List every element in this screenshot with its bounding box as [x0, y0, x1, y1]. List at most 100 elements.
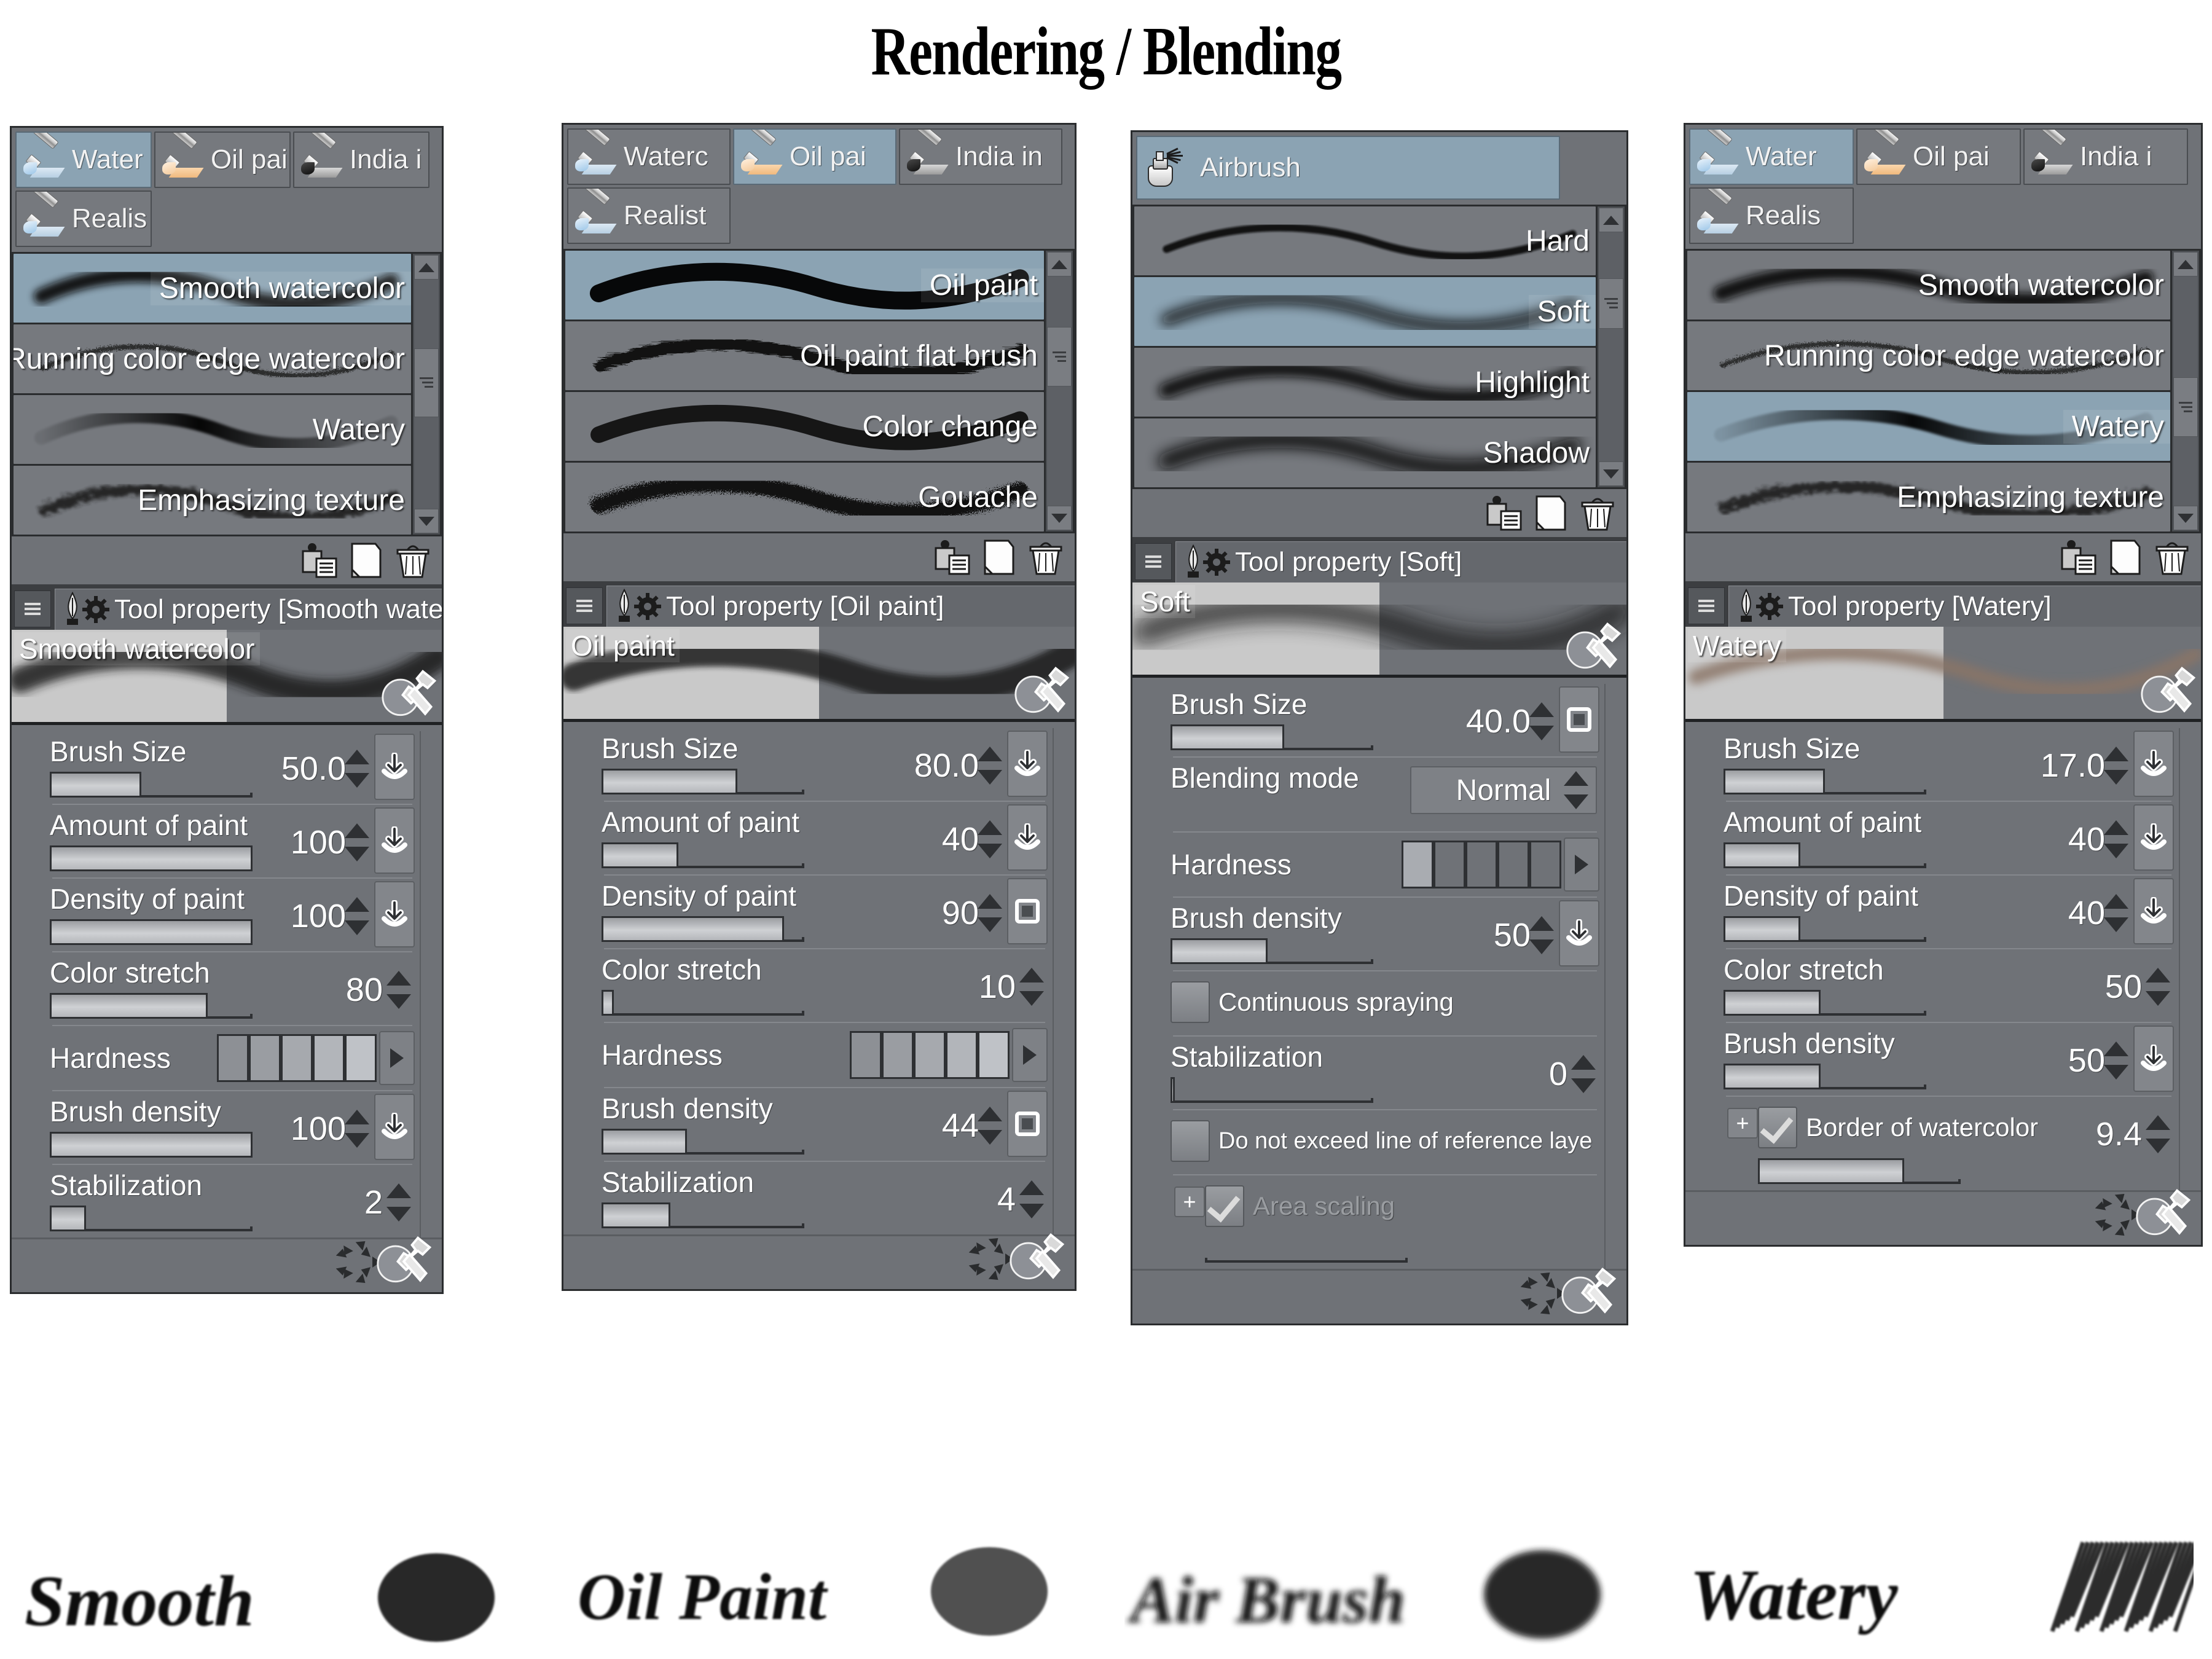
- hardness-swatch[interactable]: [281, 1034, 313, 1082]
- wrench-icon[interactable]: [1008, 1230, 1067, 1289]
- panel-menu-icon[interactable]: [566, 587, 603, 624]
- scroll-thumb[interactable]: [414, 348, 439, 417]
- panel-menu-icon[interactable]: [1688, 587, 1725, 624]
- scroll-track[interactable]: [1047, 276, 1072, 506]
- delete-brush-icon[interactable]: [394, 541, 432, 579]
- brush-list-item[interactable]: Running color edge watercolor: [14, 324, 411, 393]
- property-stepper[interactable]: [345, 897, 369, 935]
- property-stepper[interactable]: [2104, 747, 2128, 785]
- duplicate-brush-icon[interactable]: [1485, 494, 1523, 532]
- fixed-value-button[interactable]: [1559, 686, 1599, 753]
- property-slider[interactable]: [1171, 724, 1373, 750]
- scroll-down-button[interactable]: [1599, 461, 1623, 486]
- property-brush-size[interactable]: Brush Size 17.0: [1724, 728, 2174, 801]
- property-stepper[interactable]: [386, 971, 411, 1009]
- property-slider[interactable]: [1205, 1237, 1408, 1263]
- brush-list-item[interactable]: Emphasizing texture: [1687, 463, 2170, 531]
- property-slider[interactable]: [50, 1132, 253, 1158]
- checkbox[interactable]: [1205, 1185, 1244, 1227]
- expand-plus-button[interactable]: +: [1727, 1108, 1758, 1139]
- hardness-swatch[interactable]: [1465, 841, 1497, 888]
- property-color-stretch[interactable]: Color stretch 80: [50, 952, 415, 1025]
- hardness-swatch[interactable]: [1433, 841, 1465, 888]
- property-stepper[interactable]: [2146, 968, 2170, 1006]
- hardness-swatch[interactable]: [946, 1031, 978, 1079]
- property-scrollbar[interactable]: [2179, 728, 2201, 1190]
- panel-menu-icon[interactable]: [14, 590, 51, 627]
- tool-property-tab[interactable]: Tool property [Smooth water: [55, 589, 442, 630]
- new-brush-icon[interactable]: [1532, 494, 1570, 532]
- new-brush-icon[interactable]: [980, 538, 1018, 576]
- pen-pressure-button[interactable]: [374, 881, 415, 947]
- property-stabilization[interactable]: Stabilization 4: [602, 1162, 1048, 1234]
- pen-pressure-button[interactable]: [2133, 731, 2174, 797]
- property-stepper[interactable]: [978, 747, 1002, 785]
- property-stepper[interactable]: [1571, 1055, 1596, 1093]
- fixed-value-button[interactable]: [1007, 878, 1048, 944]
- property-slider[interactable]: [602, 916, 804, 942]
- tab-oil-pai[interactable]: Oil pai: [154, 131, 291, 188]
- property-color-stretch[interactable]: Color stretch 10: [602, 949, 1048, 1022]
- scroll-up-button[interactable]: [1047, 252, 1072, 276]
- brush-list-scrollbar[interactable]: [2172, 251, 2199, 531]
- hardness-swatch[interactable]: [249, 1034, 281, 1082]
- tab-realis[interactable]: Realis: [1689, 187, 1854, 244]
- property-amount-of-paint[interactable]: Amount of paint 40: [602, 802, 1048, 874]
- property-slider[interactable]: [602, 990, 804, 1016]
- hardness-swatch[interactable]: [1529, 841, 1561, 888]
- scroll-track[interactable]: [2173, 276, 2198, 506]
- tool-property-tab[interactable]: Tool property [Watery]: [1728, 586, 2201, 627]
- checkbox[interactable]: [1171, 1120, 1210, 1162]
- scroll-down-button[interactable]: [1047, 506, 1072, 530]
- panel-menu-icon[interactable]: [1135, 543, 1172, 580]
- scroll-thumb[interactable]: [1047, 327, 1072, 387]
- brush-list-item[interactable]: Running color edge watercolor: [1687, 321, 2170, 390]
- wrench-icon[interactable]: [1565, 619, 1624, 675]
- hardness-swatch[interactable]: [345, 1034, 377, 1082]
- hardness-swatch[interactable]: [313, 1034, 345, 1082]
- property-slider[interactable]: [50, 772, 253, 798]
- duplicate-brush-icon[interactable]: [2060, 538, 2098, 576]
- property-color-stretch[interactable]: Color stretch 50: [1724, 949, 2174, 1022]
- property-brush-size[interactable]: Brush Size 50.0: [50, 731, 415, 804]
- hardness-swatch[interactable]: [1497, 841, 1529, 888]
- checkbox[interactable]: [1171, 981, 1210, 1023]
- property-border-of-watercolor[interactable]: + Border of watercolor 9.4: [1724, 1097, 2174, 1190]
- tab-realist[interactable]: Realist: [567, 187, 731, 244]
- scroll-up-button[interactable]: [1599, 208, 1623, 232]
- pen-pressure-button[interactable]: [2133, 804, 2174, 871]
- new-brush-icon[interactable]: [2106, 538, 2144, 576]
- brush-list-item[interactable]: Color change: [565, 392, 1044, 461]
- pen-pressure-button[interactable]: [1007, 804, 1048, 871]
- property-slider[interactable]: [1724, 842, 1926, 868]
- tool-property-tab[interactable]: Tool property [Soft]: [1175, 541, 1626, 582]
- property-slider[interactable]: [602, 842, 804, 868]
- property-stepper[interactable]: [2104, 894, 2128, 932]
- property-brush-density[interactable]: Brush density 50: [1724, 1023, 2174, 1096]
- tab-airbrush[interactable]: Airbrush: [1136, 136, 1560, 200]
- property-stabilization[interactable]: Stabilization 0: [1171, 1037, 1599, 1109]
- brush-list-item[interactable]: Oil paint: [565, 251, 1044, 320]
- property-slider[interactable]: [50, 1206, 253, 1231]
- brush-list-item[interactable]: Watery: [14, 395, 411, 464]
- wrench-icon[interactable]: [1013, 664, 1072, 719]
- property-slider[interactable]: [1758, 1158, 1961, 1184]
- property-amount-of-paint[interactable]: Amount of paint 100: [50, 805, 415, 877]
- brush-list-item[interactable]: Highlight: [1134, 348, 1596, 417]
- property-slider[interactable]: [50, 993, 253, 1019]
- tab-realis[interactable]: Realis: [15, 190, 152, 247]
- wrench-icon[interactable]: [2135, 1186, 2194, 1245]
- hardness-more-button[interactable]: [1564, 837, 1599, 892]
- property-brush-density[interactable]: Brush density 50: [1171, 898, 1599, 970]
- brush-list-item[interactable]: Hard: [1134, 206, 1596, 275]
- property-stepper[interactable]: [1529, 702, 1554, 740]
- property-area-scaling[interactable]: + Area scaling: [1171, 1175, 1599, 1269]
- wrench-icon[interactable]: [2139, 664, 2198, 719]
- brush-list-item[interactable]: Emphasizing texture: [14, 466, 411, 535]
- property-slider[interactable]: [50, 919, 253, 945]
- hardness-swatch[interactable]: [978, 1031, 1010, 1079]
- delete-brush-icon[interactable]: [2153, 538, 2191, 576]
- property-stabilization[interactable]: Stabilization 2: [50, 1165, 415, 1237]
- property-density-of-paint[interactable]: Density of paint 40: [1724, 876, 2174, 948]
- property-stepper[interactable]: [2104, 820, 2128, 858]
